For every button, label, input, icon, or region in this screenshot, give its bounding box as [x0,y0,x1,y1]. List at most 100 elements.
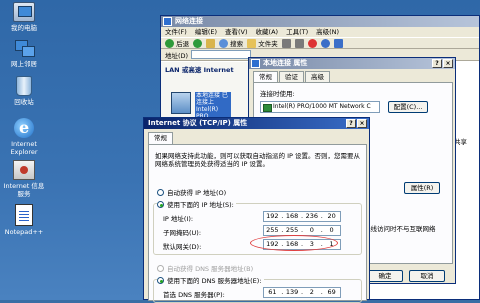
desktop-icon-label: Notepad++ [4,228,44,236]
ip-octet: 0 [309,226,314,234]
folders-button[interactable]: 文件夹 [247,38,278,49]
network-window-titlebar[interactable]: 网络连接 [161,16,479,27]
notify-checkbox-label: 无线访问时不与互联网络 [364,225,436,233]
desktop-icon-label: Internet 信息服务 [3,182,45,198]
desktop-icon-iis[interactable]: Internet 信息服务 [2,160,46,198]
radio-checked-icon [157,277,164,284]
back-button[interactable]: 后退 [165,38,189,49]
ip-address-label: IP 地址(I): [163,215,194,223]
back-arrow-icon [165,39,174,49]
views-icon[interactable] [333,38,343,48]
network-window-title: 网络连接 [175,17,203,25]
ip-address-field[interactable]: 192. 168. 236. 20 [263,211,341,222]
description-text: 如果网络支持此功能，则可以获取自动指派的 IP 设置。否则，您需要从网络系统管理… [155,152,360,168]
ip-octet: 2 [309,288,314,296]
search-label: 搜索 [230,39,244,48]
default-gateway-label: 默认网关(D): [163,243,202,251]
ip-octet: 255 [285,226,299,234]
tcpip-properties-window: Internet 协议 (TCP/IP) 属性 ? × 常规 如果网络支持此功能… [143,117,370,303]
notepad-icon [15,204,33,226]
desktop-icon-recycle-bin[interactable]: 回收站 [2,76,46,106]
tcpip-tabs: 常规 [148,132,174,144]
ip-octet: 69 [327,288,336,296]
connect-using-label: 连接时使用: [260,90,295,98]
ie-icon [14,118,34,138]
adapter-field: Intel(R) PRO/1000 MT Network C [260,101,380,113]
desktop-icon-network[interactable]: 网上邻居 [2,38,46,68]
tcpip-window-title: Internet 协议 (TCP/IP) 属性 [148,119,248,127]
menu-favorites[interactable]: 收藏(A) [256,27,279,37]
menu-edit[interactable]: 编辑(E) [195,27,217,37]
ip-octet: 20 [327,212,336,220]
folders-icon [247,39,257,49]
tcpip-window-titlebar[interactable]: Internet 协议 (TCP/IP) 属性 ? × [144,118,369,129]
copy-to-icon[interactable] [294,38,304,48]
radio-unchecked-icon [157,189,164,196]
address-label: 地址(D) [165,51,189,60]
search-icon [219,39,229,49]
iis-icon [13,160,35,180]
lan-group-header: LAN 或高速 Internet [165,66,234,74]
manual-dns-label: 使用下面的 DNS 服务器地址(E): [167,277,262,285]
desktop-icon-label: Internet Explorer [10,140,38,156]
preferred-dns-label: 首选 DNS 服务器(P): [163,291,225,299]
desktop-icon-ie[interactable]: Internet Explorer [2,118,46,156]
network-window-icon [163,17,172,26]
tab-advanced[interactable]: 高级 [305,71,330,82]
lan-window-title: 本地连接 属性 [263,59,308,67]
ok-button[interactable]: 确定 [367,270,403,282]
search-button[interactable]: 搜索 [219,38,243,49]
address-input[interactable] [191,50,252,59]
auto-dns-radio[interactable]: 自动获得 DNS 服务器地址(B) [157,263,253,273]
desktop-icon-label: 网上邻居 [11,60,37,68]
auto-ip-radio[interactable]: 自动获得 IP 地址(O) [157,187,226,197]
lan-window-icon [251,59,260,68]
menubar: 文件(F) 编辑(E) 查看(V) 收藏(A) 工具(T) 高级(N) [161,27,479,37]
menu-advanced[interactable]: 高级(N) [316,27,339,37]
tab-authentication[interactable]: 验证 [279,71,304,82]
lan-window-titlebar[interactable]: 本地连接 属性 ? × [249,58,455,69]
ip-octet: 0 [329,226,334,234]
desktop-icon-my-computer[interactable]: 我的电脑 [2,2,46,32]
subnet-mask-label: 子网掩码(U): [163,229,202,237]
ip-octet: 168 [285,212,299,220]
radio-checked-icon [157,201,164,208]
ip-octet: 192 [266,212,279,220]
manual-ip-label: 使用下面的 IP 地址(S): [167,201,234,209]
local-connection-icon[interactable] [171,92,191,114]
ip-octet: 236 [305,212,319,220]
menu-file[interactable]: 文件(F) [165,27,187,37]
folders-label: 文件夹 [258,39,278,48]
auto-dns-label: 自动获得 DNS 服务器地址(B) [167,265,254,273]
move-to-icon[interactable] [281,38,291,48]
ip-octet: 61 [268,288,277,296]
forward-arrow-icon[interactable] [193,38,203,48]
up-folder-icon[interactable] [206,38,216,48]
ip-octet: 139 [285,288,299,296]
network-icon [13,38,35,58]
manual-dns-radio[interactable]: 使用下面的 DNS 服务器地址(E): [157,275,264,285]
undo-icon[interactable] [320,38,330,48]
properties-button[interactable]: 属性(R) [404,182,440,194]
local-connection-label[interactable]: 本地连接 已连接上 Intel(R) PRO [195,92,231,120]
gateway-highlight-annotation [250,235,338,251]
desktop-icon-notepad[interactable]: Notepad++ [2,204,46,236]
delete-icon[interactable] [307,38,317,48]
toolbar: 后退 搜索 文件夹 [161,37,479,49]
help-button[interactable]: ? [346,119,356,128]
menu-tools[interactable]: 工具(T) [286,27,308,37]
desktop-icon-label: 回收站 [14,98,34,106]
radio-disabled-icon [157,265,164,272]
manual-ip-radio[interactable]: 使用下面的 IP 地址(S): [157,199,236,209]
cancel-button[interactable]: 取消 [409,270,445,282]
close-button[interactable]: × [357,119,367,128]
back-label: 后退 [176,39,190,48]
recycle-bin-icon [16,76,32,96]
computer-icon [13,2,35,22]
preferred-dns-field[interactable]: 61. 139. 2. 69 [263,287,341,298]
tab-general[interactable]: 常规 [148,132,173,144]
help-button[interactable]: ? [432,59,442,68]
close-button[interactable]: × [443,59,453,68]
menu-view[interactable]: 查看(V) [225,27,248,37]
configure-button[interactable]: 配置(C)... [388,101,428,113]
